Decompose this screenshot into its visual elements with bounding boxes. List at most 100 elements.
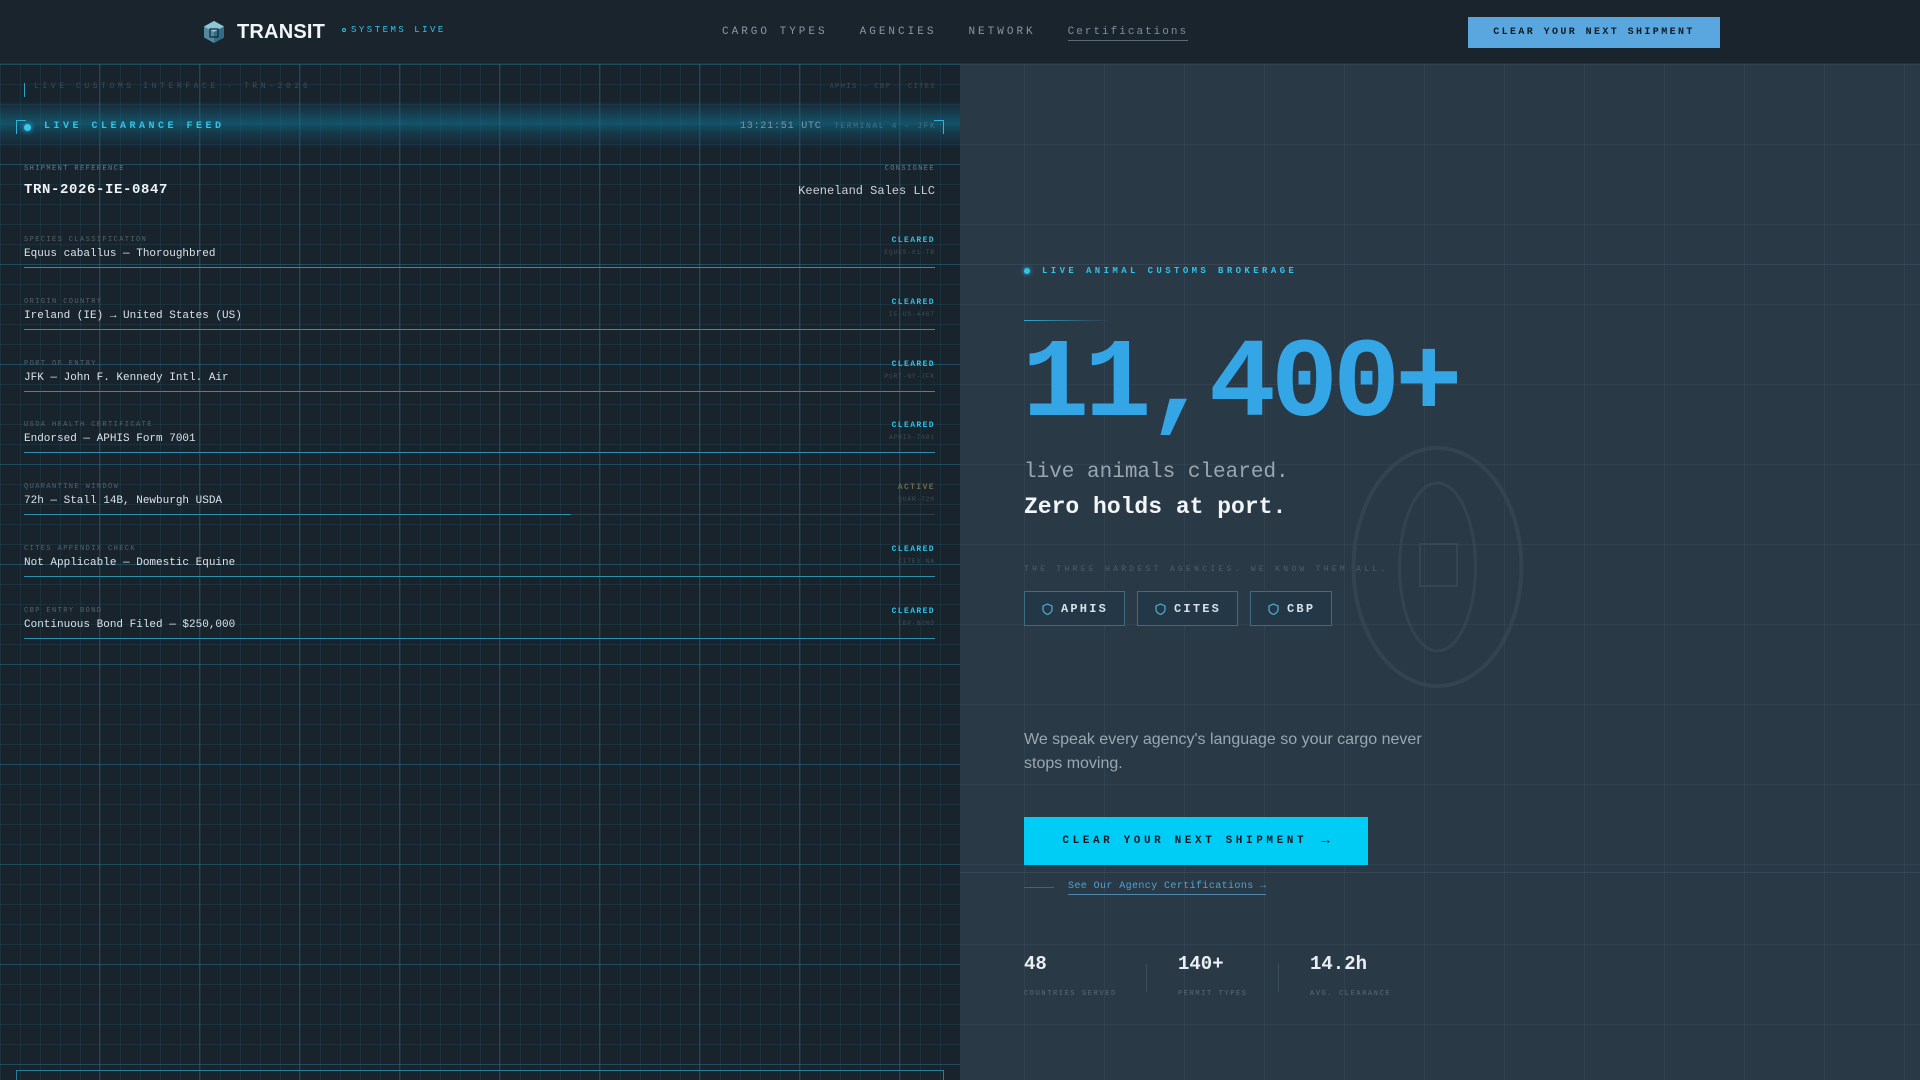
divider xyxy=(1278,964,1279,992)
clearance-row: CITES APPENDIX CHECK Not Applicable — Do… xyxy=(24,545,935,595)
row-code: QUAR-72H xyxy=(898,496,935,503)
agency-certifications-link[interactable]: See Our Agency Certifications → xyxy=(1068,881,1267,895)
status-badge: CLEARED xyxy=(891,298,935,307)
divider xyxy=(960,264,1920,265)
clear-shipment-button[interactable]: CLEAR YOUR NEXT SHIPMENT → xyxy=(1024,817,1368,865)
clearance-row: PORT OF ENTRY JFK — John F. Kennedy Intl… xyxy=(24,360,935,410)
status-badge: CLEARED xyxy=(891,607,935,616)
hero-subtitle-strong: Zero holds at port. xyxy=(1024,494,1287,520)
agency-chip-label: CITES xyxy=(1174,601,1222,616)
consignee-label: CONSIGNEE xyxy=(884,165,935,173)
shipment-reference-label: SHIPMENT REFERENCE xyxy=(24,165,125,173)
nav-links: CARGO TYPES AGENCIES NETWORK Certificati… xyxy=(722,26,1220,41)
progress-bar xyxy=(24,514,571,515)
row-value: 72h — Stall 14B, Newburgh USDA xyxy=(24,495,223,507)
feed-title: LIVE CLEARANCE FEED xyxy=(44,121,225,132)
row-value: Equus caballus — Thoroughbred xyxy=(24,248,216,260)
clearance-row: ORIGIN COUNTRY Ireland (IE) → United Sta… xyxy=(24,298,935,348)
agency-chip-cites[interactable]: CITES xyxy=(1137,591,1239,626)
stat-value-clearance: 14.2h xyxy=(1310,953,1368,975)
progress-bar xyxy=(24,452,935,453)
clearance-row: CBP ENTRY BOND Continuous Bond Filed — $… xyxy=(24,607,935,657)
row-value: JFK — John F. Kennedy Intl. Air xyxy=(24,372,229,384)
hero-subtitle: live animals cleared. xyxy=(1024,461,1289,484)
consignee: Keeneland Sales LLC xyxy=(798,184,935,198)
agency-chip-label: CBP xyxy=(1287,601,1316,616)
status-badge: CLEARED xyxy=(891,236,935,245)
nav-link-agencies[interactable]: AGENCIES xyxy=(860,26,937,41)
nav-link-certifications[interactable]: Certifications xyxy=(1067,26,1189,41)
system-status: SYSTEMS LIVE xyxy=(342,25,446,35)
progress-bar xyxy=(24,638,935,639)
logo-text: TRANSIT xyxy=(237,20,326,43)
agency-chips: APHIS CITES CBP xyxy=(1024,591,1344,626)
nav-clear-shipment-button[interactable]: CLEAR YOUR NEXT SHIPMENT xyxy=(1468,17,1720,48)
row-code: PORT-NY-JFK xyxy=(884,373,935,380)
divider xyxy=(1024,887,1054,888)
shield-icon xyxy=(1042,602,1053,615)
progress-bar xyxy=(24,391,935,392)
hero-tag: LIVE ANIMAL CUSTOMS BROKERAGE xyxy=(1024,266,1297,276)
hero-tag-label: LIVE ANIMAL CUSTOMS BROKERAGE xyxy=(1042,266,1298,276)
interface-label: LIVE CUSTOMS INTERFACE · TRN-2026 xyxy=(24,83,311,97)
status-badge: ACTIVE xyxy=(897,483,935,492)
nav-link-cargo-types[interactable]: CARGO TYPES xyxy=(722,26,828,41)
divider xyxy=(1146,964,1147,992)
feed-footer-frame xyxy=(16,1070,944,1080)
clearance-row: QUARANTINE WINDOW 72h — Stall 14B, Newbu… xyxy=(24,483,935,533)
progress-bar xyxy=(24,267,935,268)
stat-label-countries: COUNTRIES SERVED xyxy=(1024,990,1117,998)
divider xyxy=(960,872,1920,873)
clearance-feed-panel: LIVE CUSTOMS INTERFACE · TRN-2026 APHIS … xyxy=(0,64,960,1080)
hero-panel: LIVE ANIMAL CUSTOMS BROKERAGE 11,400+ li… xyxy=(960,64,1920,1080)
clearance-row: USDA HEALTH CERTIFICATE Endorsed — APHIS… xyxy=(24,421,935,471)
feed-time: 13:21:51 UTC xyxy=(740,121,822,132)
shield-icon xyxy=(1268,602,1279,615)
divider xyxy=(1024,320,1112,321)
row-code: APHIS-7001 xyxy=(888,434,935,441)
stat-value-countries: 48 xyxy=(1024,953,1047,975)
live-indicator-icon xyxy=(1024,268,1030,274)
row-label: CBP ENTRY BOND xyxy=(24,607,103,615)
agency-chip-label: APHIS xyxy=(1061,601,1109,616)
status-badge: CLEARED xyxy=(891,360,935,369)
hero-description: We speak every agency's language so your… xyxy=(1024,731,1422,772)
row-value: Not Applicable — Domestic Equine xyxy=(24,557,236,569)
feed-terminal: TERMINAL 4 · JFK xyxy=(834,122,937,131)
row-label: CITES APPENDIX CHECK xyxy=(24,545,137,553)
shipment-reference: TRN-2026-IE-0847 xyxy=(24,182,169,198)
logo[interactable]: TRANSIT xyxy=(203,20,325,44)
row-label: QUARANTINE WINDOW xyxy=(24,483,120,491)
row-label: SPECIES CLASSIFICATION xyxy=(24,236,148,244)
system-status-label: SYSTEMS LIVE xyxy=(351,25,446,35)
top-navigation: TRANSIT SYSTEMS LIVE CARGO TYPES AGENCIE… xyxy=(0,0,1920,64)
hexagon-logo-icon xyxy=(204,21,224,43)
status-badge: CLEARED xyxy=(891,421,935,430)
row-value: Continuous Bond Filed — $250,000 xyxy=(24,619,236,631)
progress-bar xyxy=(24,576,935,577)
row-value: Ireland (IE) → United States (US) xyxy=(24,310,242,322)
nav-link-network[interactable]: NETWORK xyxy=(968,26,1035,41)
row-value: Endorsed — APHIS Form 7001 xyxy=(24,433,196,445)
status-badge: CLEARED xyxy=(891,545,935,554)
stat-value-permits: 140+ xyxy=(1178,953,1224,975)
cta-label: CLEAR YOUR NEXT SHIPMENT xyxy=(1062,835,1308,847)
row-label: ORIGIN COUNTRY xyxy=(24,298,103,306)
clearance-row: SPECIES CLASSIFICATION Equus caballus — … xyxy=(24,236,935,286)
row-label: USDA HEALTH CERTIFICATE xyxy=(24,421,153,429)
row-code: EQUUS-01-TB xyxy=(884,249,935,256)
status-dot-icon xyxy=(342,28,346,32)
row-code: CBP-BOND xyxy=(898,620,935,627)
row-code: CITES-NA xyxy=(898,558,935,565)
arrow-right-icon: → xyxy=(1321,833,1330,849)
hero-headline-number: 11,400+ xyxy=(1022,322,1462,449)
agencies-label: THE THREE HARDEST AGENCIES. WE KNOW THEM… xyxy=(1024,565,1389,574)
stat-label-clearance: AVG. CLEARANCE xyxy=(1310,990,1392,998)
agencies-short-label: APHIS · CBP · CITES xyxy=(829,83,936,91)
progress-bar xyxy=(24,329,935,330)
row-label: PORT OF ENTRY xyxy=(24,360,97,368)
agency-chip-cbp[interactable]: CBP xyxy=(1250,591,1333,626)
agency-chip-aphis[interactable]: APHIS xyxy=(1024,591,1126,626)
live-indicator-icon xyxy=(24,124,31,131)
row-code: IE-US-4467 xyxy=(888,311,935,318)
